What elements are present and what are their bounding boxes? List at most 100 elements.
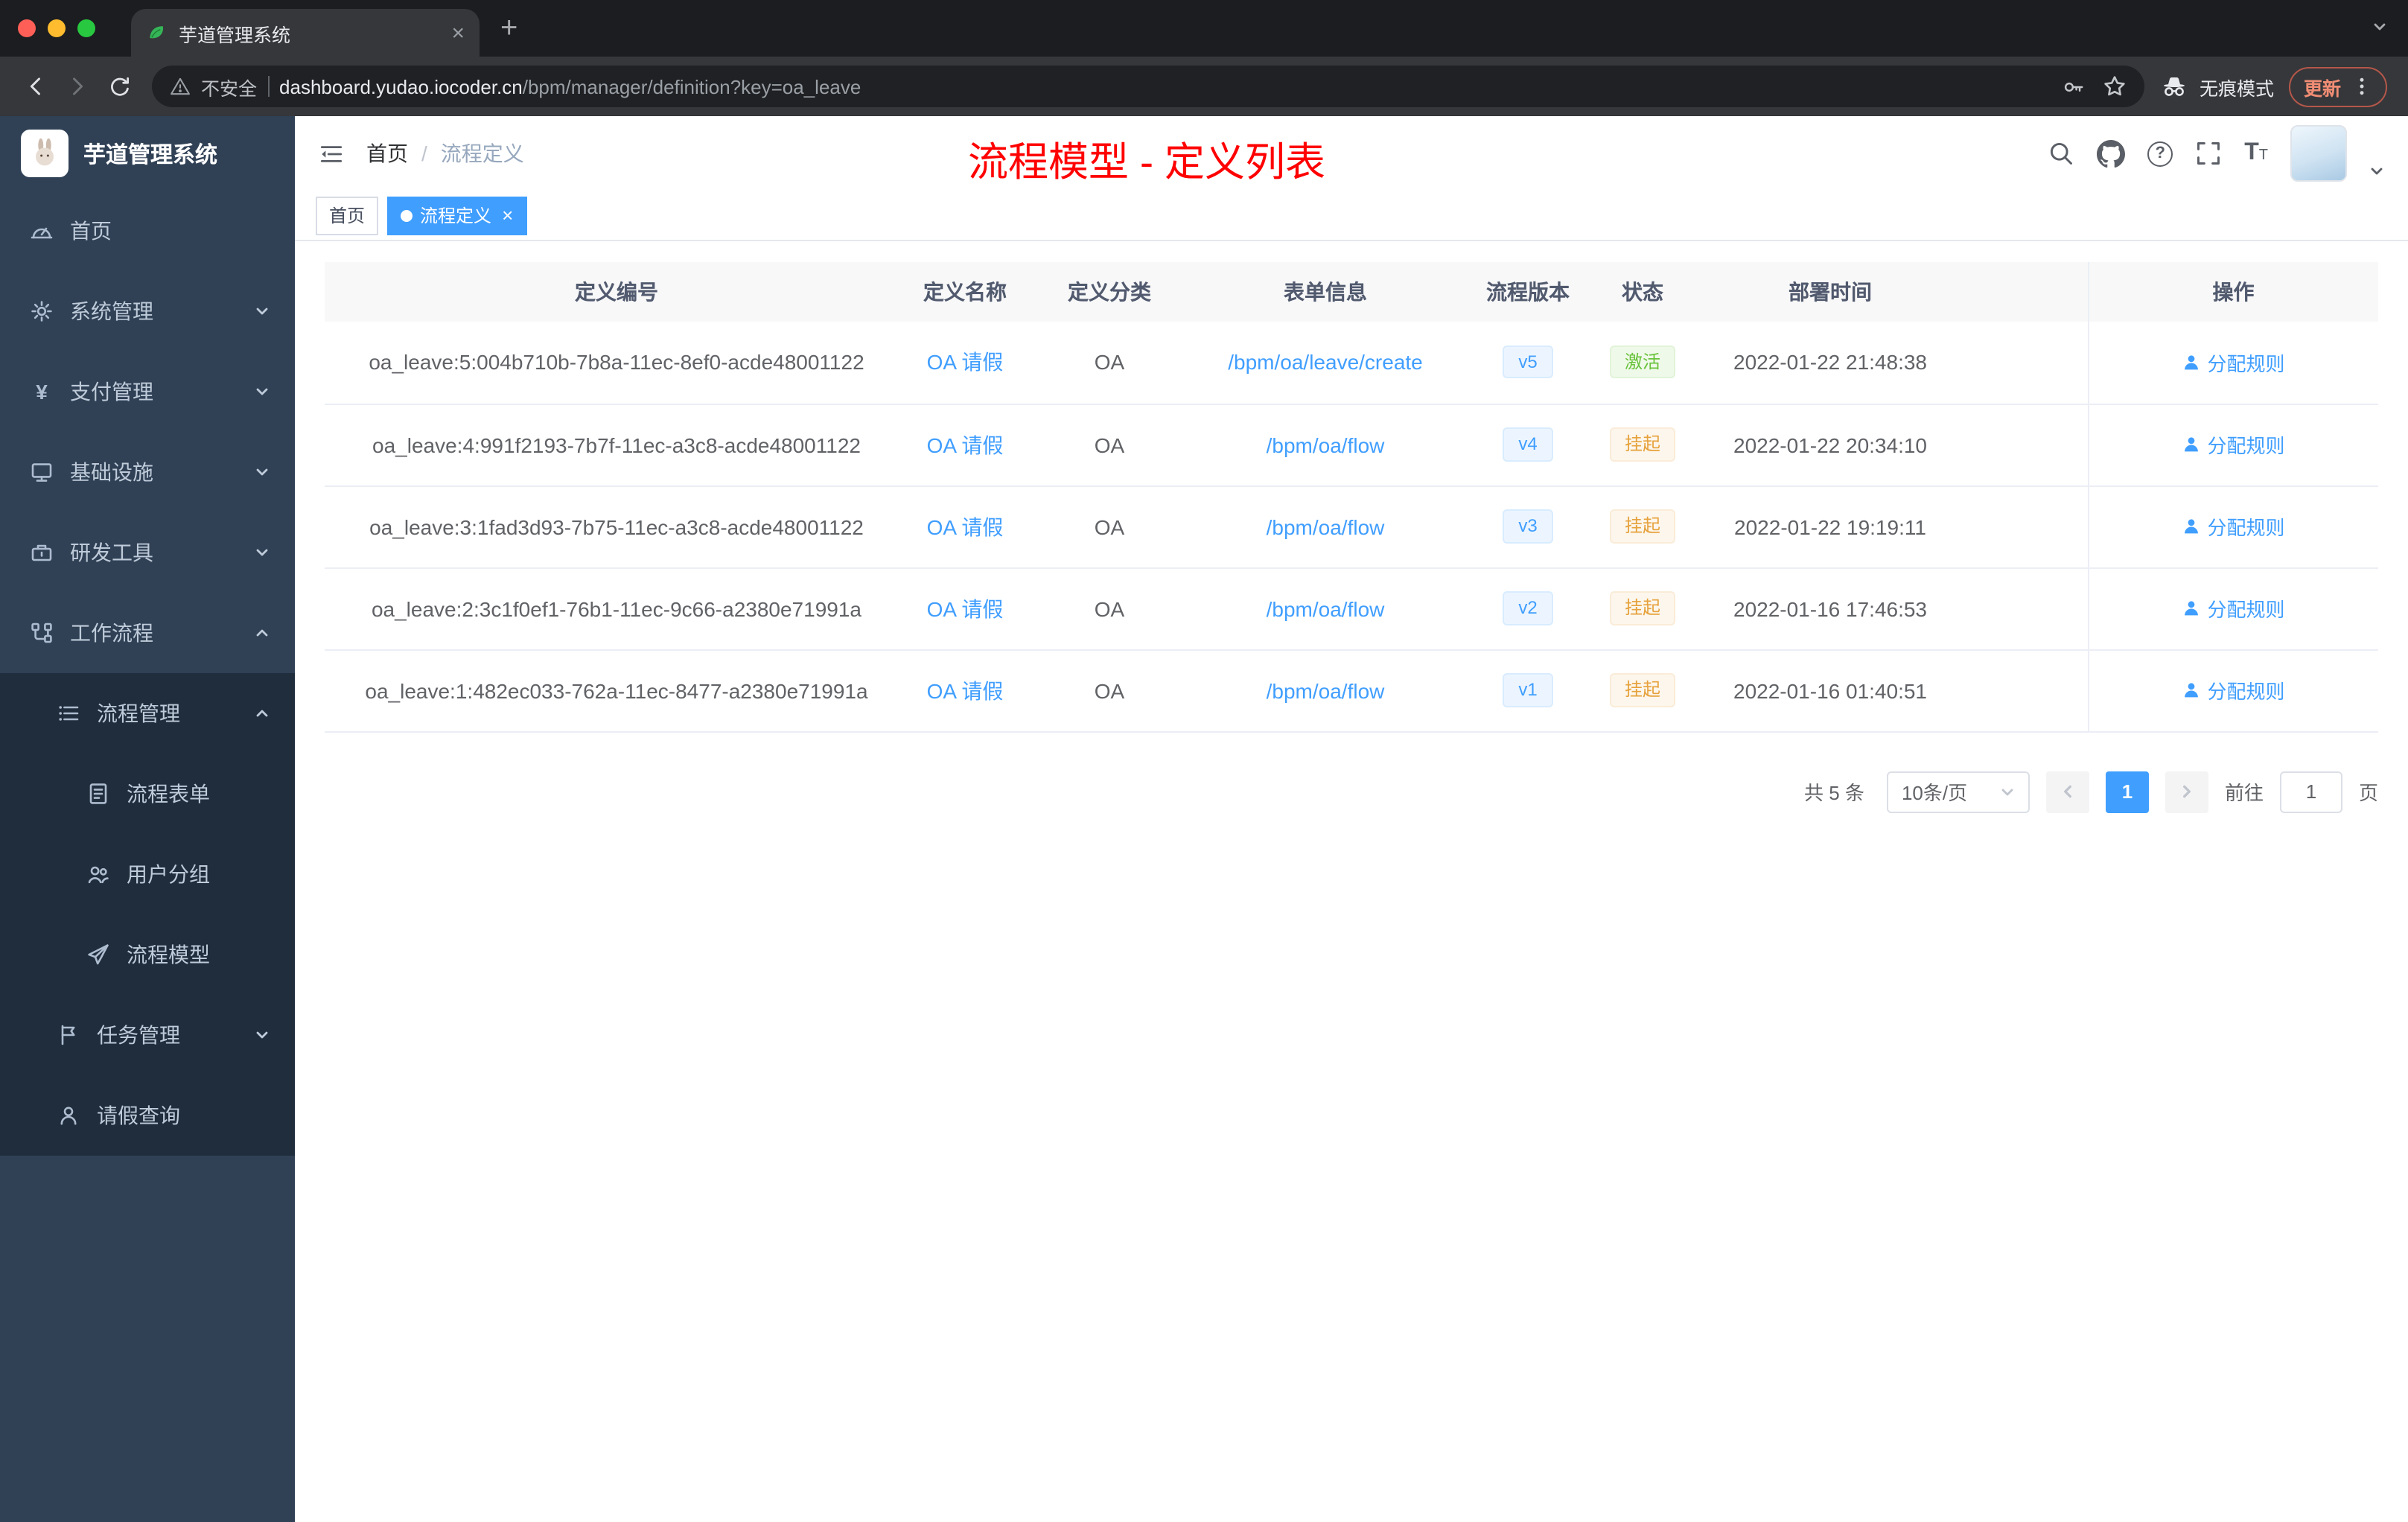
goto-label: 前往 xyxy=(2224,782,2264,804)
chevron-down-icon xyxy=(255,465,270,480)
monitor-icon xyxy=(30,460,54,484)
tag-label: 流程定义 xyxy=(420,206,492,226)
assign-rule-link[interactable]: 分配规则 xyxy=(2182,430,2285,459)
cell-filler xyxy=(1978,485,2088,568)
column-header: 状态 xyxy=(1602,262,1683,322)
users-icon xyxy=(86,862,110,886)
sidebar-item-form[interactable]: 流程表单 xyxy=(0,754,295,834)
breadcrumb: 首页 / 流程定义 xyxy=(366,138,524,168)
column-header-actions: 操作 xyxy=(2087,262,2378,322)
cell-definition-id: oa_leave:5:004b710b-7b8a-11ec-8ef0-acde4… xyxy=(325,322,908,404)
chevron-down-icon xyxy=(255,304,270,319)
user-icon xyxy=(2182,681,2201,700)
tag-dot xyxy=(401,209,413,221)
sidebar-toggle-icon[interactable] xyxy=(319,141,344,166)
assign-rule-link[interactable]: 分配规则 xyxy=(2182,676,2285,704)
chevron-up-icon xyxy=(255,625,270,640)
definition-name-link[interactable]: OA 请假 xyxy=(927,678,1004,702)
definition-name-link[interactable]: OA 请假 xyxy=(927,515,1004,538)
omnibox-divider xyxy=(267,76,270,97)
assign-rule-link[interactable]: 分配规则 xyxy=(2182,348,2285,377)
browser-tab[interactable]: 芋道管理系统 × xyxy=(131,9,480,57)
avatar-dropdown-icon[interactable] xyxy=(2369,164,2384,182)
page-size-select[interactable]: 10条/页 xyxy=(1886,771,2030,812)
yen-icon: ¥ xyxy=(36,380,48,404)
assign-rule-link[interactable]: 分配规则 xyxy=(2182,594,2285,623)
new-tab-button[interactable]: + xyxy=(500,13,517,43)
tag-active[interactable]: 流程定义 × xyxy=(387,196,527,235)
screenshot-root: 芋道管理系统 × + 不安全 dashboard.yudao.iocoder.c… xyxy=(0,0,2408,1522)
goto-page-input[interactable] xyxy=(2279,771,2342,812)
sidebar-item-user[interactable]: 请假查询 xyxy=(0,1075,295,1156)
incognito-icon xyxy=(2159,71,2189,101)
not-secure-label: 不安全 xyxy=(201,78,258,99)
form-info-link[interactable]: /bpm/oa/flow xyxy=(1267,515,1385,538)
next-page-button[interactable] xyxy=(2165,771,2208,812)
column-header: 流程版本 xyxy=(1453,262,1602,322)
form-info-link[interactable]: /bpm/oa/flow xyxy=(1267,596,1385,620)
table-row: oa_leave:2:3c1f0ef1-76b1-11ec-9c66-a2380… xyxy=(325,567,2378,650)
definition-name-link[interactable]: OA 请假 xyxy=(927,433,1004,456)
cell-deploy-time: 2022-01-16 01:40:51 xyxy=(1683,649,1978,732)
sidebar-item-tool[interactable]: 研发工具 xyxy=(0,512,295,593)
back-button[interactable] xyxy=(15,66,57,107)
font-size-icon[interactable]: TT xyxy=(2244,141,2268,165)
content: 定义编号 定义名称 定义分类 表单信息 流程版本 状态 部署时间 操作 oa_leave:5:0… xyxy=(295,241,2408,1522)
version-badge: v1 xyxy=(1502,673,1554,707)
user-icon xyxy=(2182,353,2201,372)
sidebar-item-gear[interactable]: 系统管理 xyxy=(0,271,295,351)
sidebar-item-users[interactable]: 用户分组 xyxy=(0,834,295,914)
prev-page-button[interactable] xyxy=(2045,771,2089,812)
forward-button[interactable] xyxy=(57,66,98,107)
browser-menu-icon[interactable] xyxy=(2351,76,2372,97)
browser-toolbar: 不安全 dashboard.yudao.iocoder.cn/bpm/manag… xyxy=(0,57,2408,116)
reload-button[interactable] xyxy=(98,66,140,107)
definition-name-link[interactable]: OA 请假 xyxy=(927,351,1004,375)
omnibox-actions xyxy=(2063,74,2127,98)
sidebar-item-plane[interactable]: 流程模型 xyxy=(0,914,295,995)
assign-rule-link[interactable]: 分配规则 xyxy=(2182,512,2285,541)
table-header-row: 定义编号 定义名称 定义分类 表单信息 流程版本 状态 部署时间 操作 xyxy=(325,262,2378,322)
sidebar-item-label: 流程模型 xyxy=(127,943,210,967)
sidebar-item-monitor[interactable]: 基础设施 xyxy=(0,432,295,512)
password-key-icon[interactable] xyxy=(2063,75,2085,98)
tab-favicon-icon xyxy=(146,22,167,43)
sidebar-item-task[interactable]: 任务管理 xyxy=(0,995,295,1075)
logo-image xyxy=(21,130,69,177)
status-badge: 挂起 xyxy=(1609,591,1675,625)
sidebar-item-workflow[interactable]: 工作流程 xyxy=(0,593,295,673)
update-chip[interactable]: 更新 xyxy=(2288,66,2387,106)
window-close-button[interactable] xyxy=(18,19,36,37)
github-icon[interactable] xyxy=(2097,139,2126,168)
sidebar-item-dashboard[interactable]: 首页 xyxy=(0,191,295,271)
cell-definition-id: oa_leave:2:3c1f0ef1-76b1-11ec-9c66-a2380… xyxy=(325,567,908,650)
form-info-link[interactable]: /bpm/oa/flow xyxy=(1267,433,1385,456)
tab-close-icon[interactable]: × xyxy=(451,22,465,44)
definition-name-link[interactable]: OA 请假 xyxy=(927,596,1004,620)
help-icon[interactable]: ? xyxy=(2147,141,2173,166)
breadcrumb-home[interactable]: 首页 xyxy=(366,138,408,168)
table-row: oa_leave:5:004b710b-7b8a-11ec-8ef0-acde4… xyxy=(325,322,2378,404)
plane-icon xyxy=(86,943,110,967)
window-zoom-button[interactable] xyxy=(77,19,95,37)
tab-search-chevron-icon[interactable] xyxy=(2372,19,2387,34)
fullscreen-icon[interactable] xyxy=(2195,140,2222,167)
address-bar[interactable]: 不安全 dashboard.yudao.iocoder.cn/bpm/manag… xyxy=(152,66,2144,107)
window-minimize-button[interactable] xyxy=(48,19,66,37)
column-filler xyxy=(1978,262,2088,322)
column-header: 表单信息 xyxy=(1197,262,1453,322)
update-label: 更新 xyxy=(2303,78,2341,99)
tag-close-icon[interactable]: × xyxy=(502,206,513,225)
logo[interactable]: 芋道管理系统 xyxy=(0,116,295,191)
cell-category: OA xyxy=(1022,485,1197,568)
search-icon[interactable] xyxy=(2048,140,2074,167)
form-info-link[interactable]: /bpm/oa/flow xyxy=(1267,678,1385,702)
avatar[interactable] xyxy=(2290,125,2347,182)
bookmark-star-icon[interactable] xyxy=(2103,74,2127,98)
sidebar-item-list[interactable]: 流程管理 xyxy=(0,673,295,754)
sidebar-item-label: 流程表单 xyxy=(127,782,210,806)
form-info-link[interactable]: /bpm/oa/leave/create xyxy=(1228,351,1423,375)
current-page-button[interactable]: 1 xyxy=(2105,771,2149,812)
tag-item[interactable]: 首页 xyxy=(316,196,379,235)
sidebar-item-yen[interactable]: ¥ 支付管理 xyxy=(0,351,295,432)
